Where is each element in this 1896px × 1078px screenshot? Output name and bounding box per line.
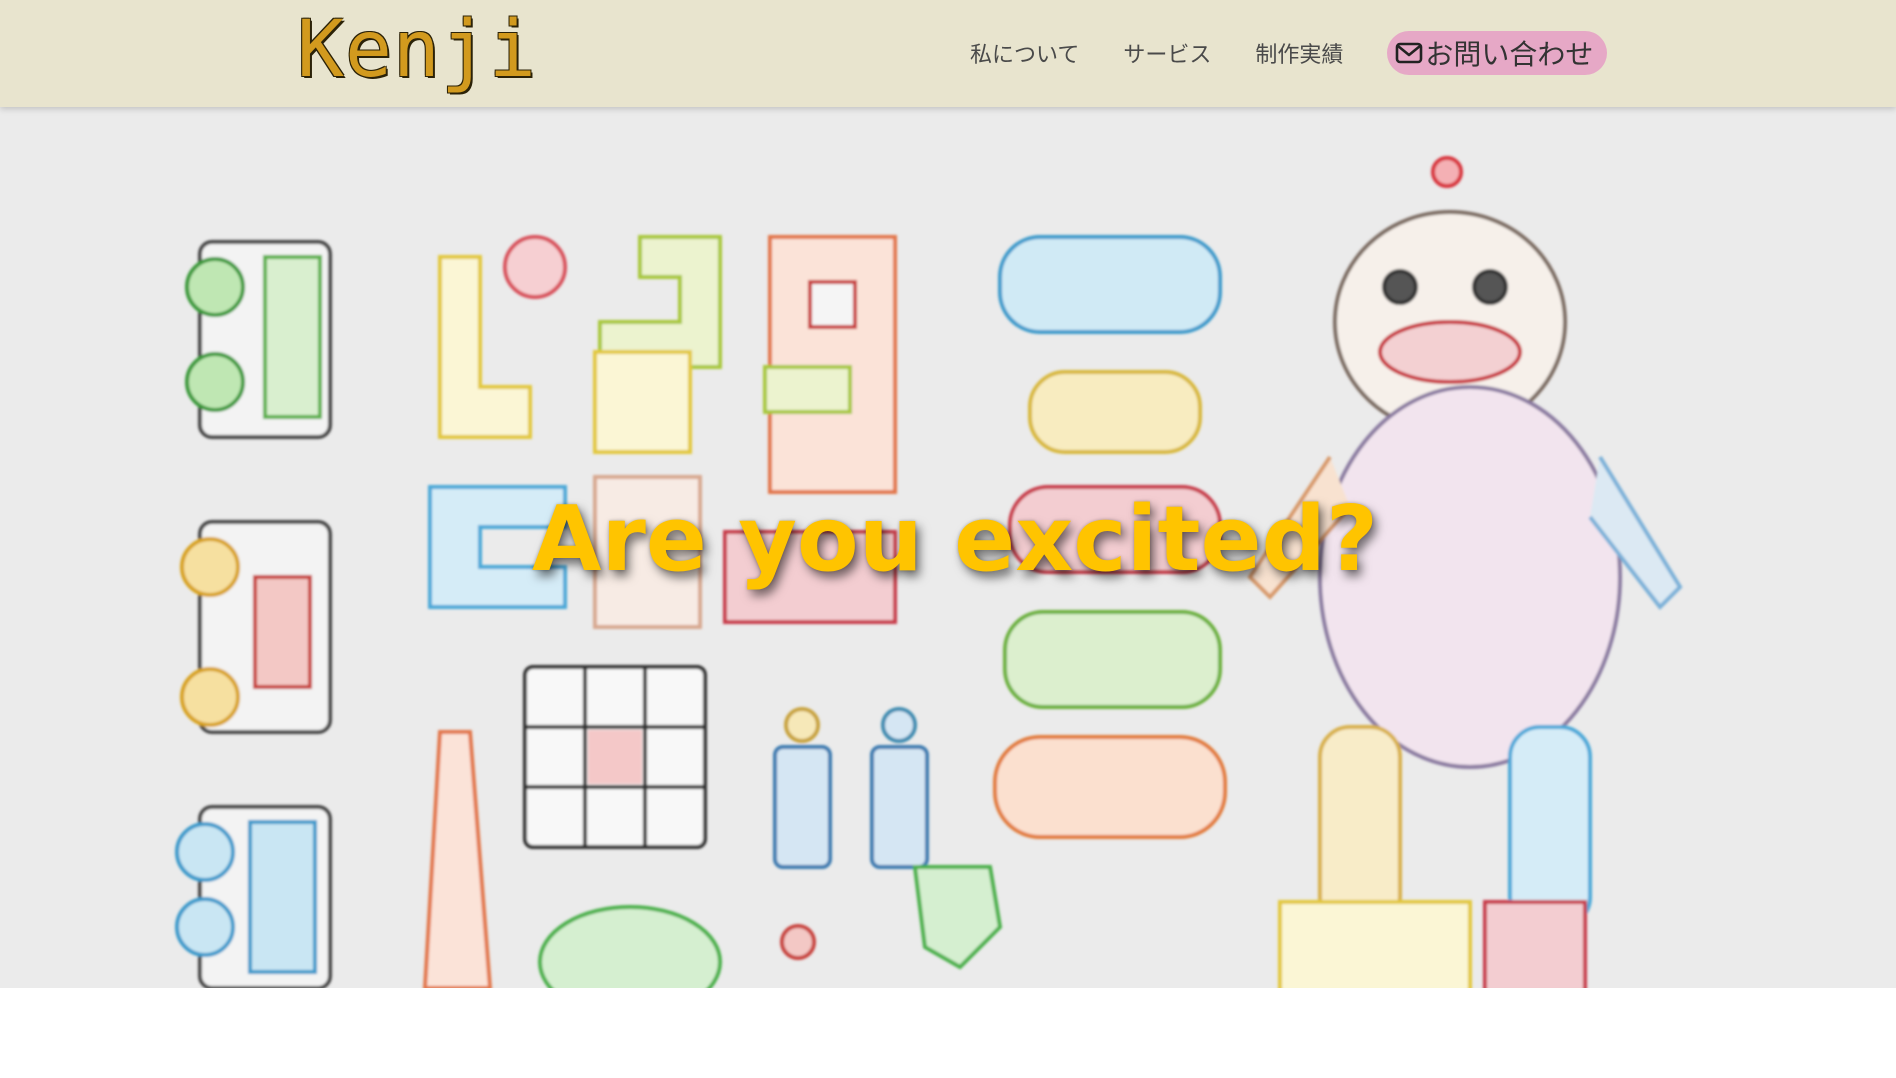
train-green (185, 240, 332, 439)
site-header: Kenji 私について サービス 制作実績 お問い合わせ (0, 0, 1896, 107)
hero-section: Are you excited? (0, 107, 1896, 988)
hero-title: Are you excited? (531, 487, 1379, 592)
nav-link-services[interactable]: サービス (1123, 37, 1211, 69)
main-nav: 私について サービス 制作実績 お問い合わせ (970, 31, 1608, 75)
envelope-icon (1396, 42, 1423, 64)
contact-button-label: お問い合わせ (1425, 38, 1594, 71)
contact-button[interactable]: お問い合わせ (1387, 31, 1608, 75)
nav-link-about[interactable]: 私について (970, 37, 1079, 69)
nav-link-works[interactable]: 制作実績 (1255, 37, 1343, 69)
train-blue (175, 805, 332, 988)
site-logo[interactable]: Kenji (297, 4, 537, 96)
